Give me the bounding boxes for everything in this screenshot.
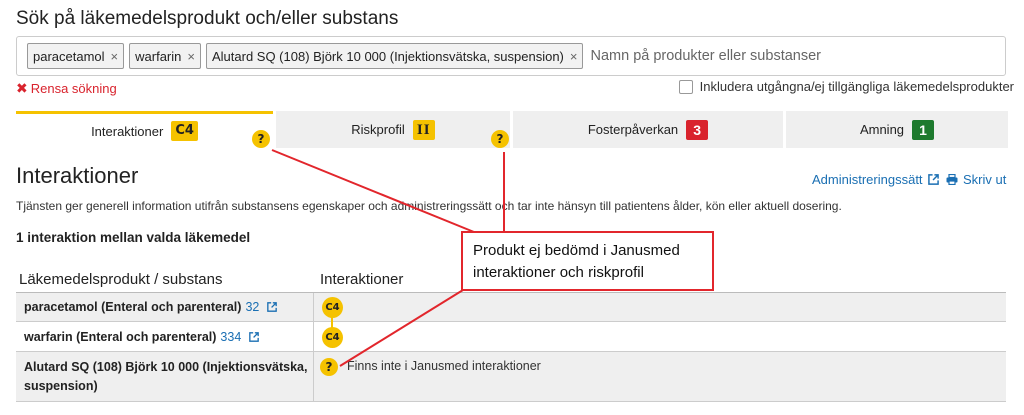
tab-label: Amning xyxy=(859,122,905,137)
question-mark-icon[interactable]: ? xyxy=(491,130,509,148)
product-name: paracetamol (Enteral och parenteral) xyxy=(24,300,242,314)
external-link-icon[interactable] xyxy=(267,302,278,312)
print-link[interactable]: Skriv ut xyxy=(946,172,1006,187)
interaction-c4-icon[interactable]: C4 xyxy=(322,297,343,318)
table-row: warfarin (Enteral och parenteral) 334 xyxy=(16,322,1006,352)
product-count-link[interactable]: 32 xyxy=(245,300,259,314)
table-row: paracetamol (Enteral och parenteral) 32 xyxy=(16,293,1006,322)
tab-riskprofil[interactable]: Riskprofil II xyxy=(276,111,510,148)
search-chip-alutard: Alutard SQ (108) Björk 10 000 (Injektion… xyxy=(205,43,584,69)
tab-badge: 3 xyxy=(686,119,709,140)
external-link-icon[interactable] xyxy=(249,331,260,342)
include-expired-option[interactable]: Inkludera utgångna/ej tillgängliga läkem… xyxy=(678,79,1014,94)
product-name: Alutard SQ (108) Björk 10 000 (Injektion… xyxy=(24,359,308,374)
column-header-interactions: Interaktioner xyxy=(320,271,404,288)
tab-fosterpaverkan[interactable]: Fosterpåverkan 3 xyxy=(513,111,783,148)
chip-label: paracetamol xyxy=(33,48,105,64)
chip-remove-icon[interactable]: × xyxy=(111,49,119,64)
page-title: Sök på läkemedelsprodukt och/eller subst… xyxy=(16,8,399,29)
chip-remove-icon[interactable]: × xyxy=(187,49,195,64)
tab-amning[interactable]: Amning 1 xyxy=(786,111,1008,148)
service-description: Tjänsten ger generell information utifrå… xyxy=(16,199,842,213)
include-expired-label: Inkludera utgångna/ej tillgängliga läkem… xyxy=(699,79,1014,94)
tab-badge: C4 xyxy=(171,121,198,141)
clear-search-link[interactable]: ✖ Rensa sökning xyxy=(16,80,117,97)
tab-bar: Interaktioner C4 Riskprofil II Fosterpåv… xyxy=(16,111,1008,148)
search-input[interactable] xyxy=(590,48,851,64)
annotation-text: interaktioner och riskprofil xyxy=(473,263,644,281)
search-chip-paracetamol: paracetamol × xyxy=(27,43,125,69)
printer-icon xyxy=(946,174,958,185)
product-cell: Alutard SQ (108) Björk 10 000 (Injektion… xyxy=(16,352,314,401)
search-box[interactable]: paracetamol × warfarin × Alutard SQ (108… xyxy=(16,36,1006,76)
annotation-callout: Produkt ej bedömd i Janusmed interaktion… xyxy=(461,231,714,291)
search-chip-warfarin: warfarin × xyxy=(129,43,201,69)
annotation-text: Produkt ej bedömd i Janusmed xyxy=(473,242,680,259)
column-header-product: Läkemedelsprodukt / substans xyxy=(19,271,223,288)
chip-remove-icon[interactable]: × xyxy=(570,49,578,64)
product-count-link[interactable]: 334 xyxy=(220,330,241,344)
not-found-note: Finns inte i Janusmed interaktioner xyxy=(347,359,541,373)
question-mark-icon[interactable]: ? xyxy=(252,130,270,148)
tab-label: Riskprofil xyxy=(351,122,405,137)
product-cell: paracetamol (Enteral och parenteral) 32 xyxy=(16,293,314,321)
tab-label: Fosterpåverkan xyxy=(587,122,679,137)
print-link-label: Skriv ut xyxy=(963,172,1007,187)
include-expired-checkbox[interactable] xyxy=(678,79,693,94)
chip-label: warfarin xyxy=(135,48,182,64)
external-link-icon xyxy=(927,174,939,185)
product-name-continued: suspension) xyxy=(24,378,98,393)
tab-badge: 1 xyxy=(912,119,935,140)
tab-interaktioner[interactable]: Interaktioner C4 xyxy=(16,111,273,148)
clear-search-label: Rensa sökning xyxy=(30,81,117,96)
administration-link[interactable]: Administreringssätt xyxy=(812,172,939,187)
close-icon: ✖ xyxy=(16,80,28,96)
tab-label: Interaktioner xyxy=(91,123,164,139)
interaction-c4-icon[interactable]: C4 xyxy=(322,327,343,348)
administration-link-label: Administreringssätt xyxy=(812,172,923,187)
annotation-arrow xyxy=(271,149,475,233)
product-cell: warfarin (Enteral och parenteral) 334 xyxy=(16,322,314,351)
chip-label: Alutard SQ (108) Björk 10 000 (Injektion… xyxy=(211,48,564,64)
interaction-count: 1 interaktion mellan valda läkemedel xyxy=(16,230,251,245)
section-title: Interaktioner xyxy=(16,163,139,188)
tab-badge: II xyxy=(412,119,435,140)
product-name: warfarin (Enteral och parenteral) xyxy=(24,329,217,344)
question-mark-icon[interactable]: ? xyxy=(320,358,338,376)
